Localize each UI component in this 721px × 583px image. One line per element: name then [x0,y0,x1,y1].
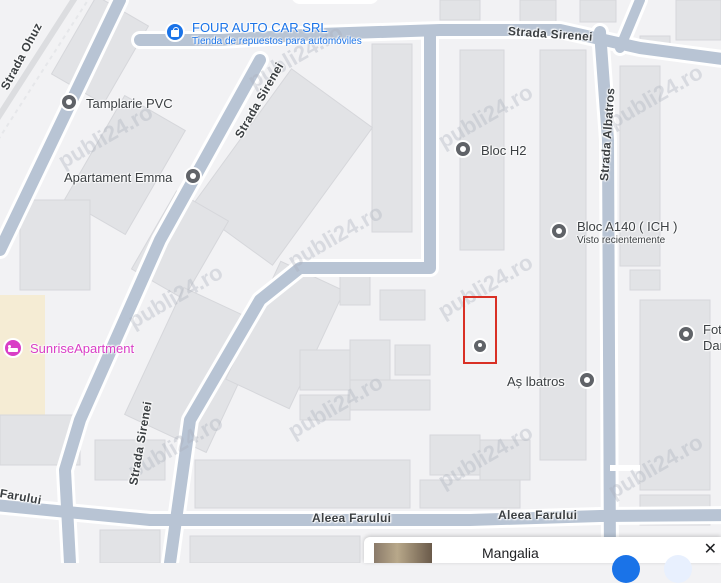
poi-tamplarie-name: Tamplarie PVC [86,96,173,111]
place-card[interactable]: Mangalia ✕ [364,537,721,583]
save-button[interactable] [664,555,692,583]
shopping-bag-icon [165,22,185,42]
poi-fot-name-line1: Fot [703,322,721,337]
bed-icon [3,338,23,358]
poi-albatros-name: Aș lbatros [507,374,565,389]
map-canvas[interactable] [0,0,721,572]
place-icon [578,371,596,389]
place-card-title: Mangalia [482,545,539,561]
highlight-box[interactable] [463,296,497,364]
place-icon [184,167,202,185]
street-label-farului-center: Aleea Farului [312,511,392,525]
close-icon[interactable]: ✕ [704,539,717,559]
place-icon [454,140,472,158]
poi-four-auto-name: FOUR AUTO CAR SRL [192,20,328,35]
place-card-thumbnail[interactable] [374,543,432,563]
place-icon [677,325,695,343]
poi-four-auto-subtitle: Tienda de repuestos para automóviles [192,36,362,47]
poi-bloc-a140-subtitle: Visto recientemente [577,235,666,246]
dropped-pin-icon [472,338,488,354]
poi-bloc-h2-name: Bloc H2 [481,143,527,158]
poi-sunrise-name: SunriseApartment [30,341,135,356]
poi-fot-name-line2: Dar [703,338,721,353]
directions-button[interactable] [612,555,640,583]
place-icon [60,93,78,111]
poi-bloc-a140-name: Bloc A140 ( ICH ) [577,219,678,234]
street-label-farului-right: Aleea Farului [498,508,578,522]
map-graphics [0,0,721,572]
poi-apartament-emma-name: Apartament Emma [64,170,173,185]
place-icon [550,222,568,240]
